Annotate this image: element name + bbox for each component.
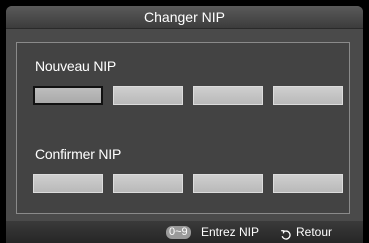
- confirm-pin-digit-4[interactable]: [273, 174, 343, 193]
- return-hint[interactable]: Retour: [296, 221, 332, 243]
- new-pin-label: Nouveau NIP: [35, 58, 117, 74]
- new-pin-digit-1[interactable]: [33, 86, 103, 105]
- footer-hint-bar: 0~9 Entrez NIP Retour: [6, 221, 363, 243]
- return-icon[interactable]: [280, 226, 292, 240]
- number-keys-badge: 0~9: [166, 226, 191, 239]
- change-pin-dialog: Changer NIP Nouveau NIP Confirmer NIP 0~…: [6, 6, 363, 243]
- new-pin-digit-4[interactable]: [273, 86, 343, 105]
- new-pin-digit-2[interactable]: [113, 86, 183, 105]
- confirm-pin-digit-3[interactable]: [193, 174, 263, 193]
- confirm-pin-digit-1[interactable]: [33, 174, 103, 193]
- confirm-pin-label: Confirmer NIP: [35, 146, 122, 162]
- new-pin-digit-3[interactable]: [193, 86, 263, 105]
- pin-panel: Nouveau NIP Confirmer NIP: [16, 42, 350, 214]
- confirm-pin-digit-2[interactable]: [113, 174, 183, 193]
- enter-pin-hint: Entrez NIP: [201, 225, 260, 239]
- dialog-title: Changer NIP: [6, 6, 363, 29]
